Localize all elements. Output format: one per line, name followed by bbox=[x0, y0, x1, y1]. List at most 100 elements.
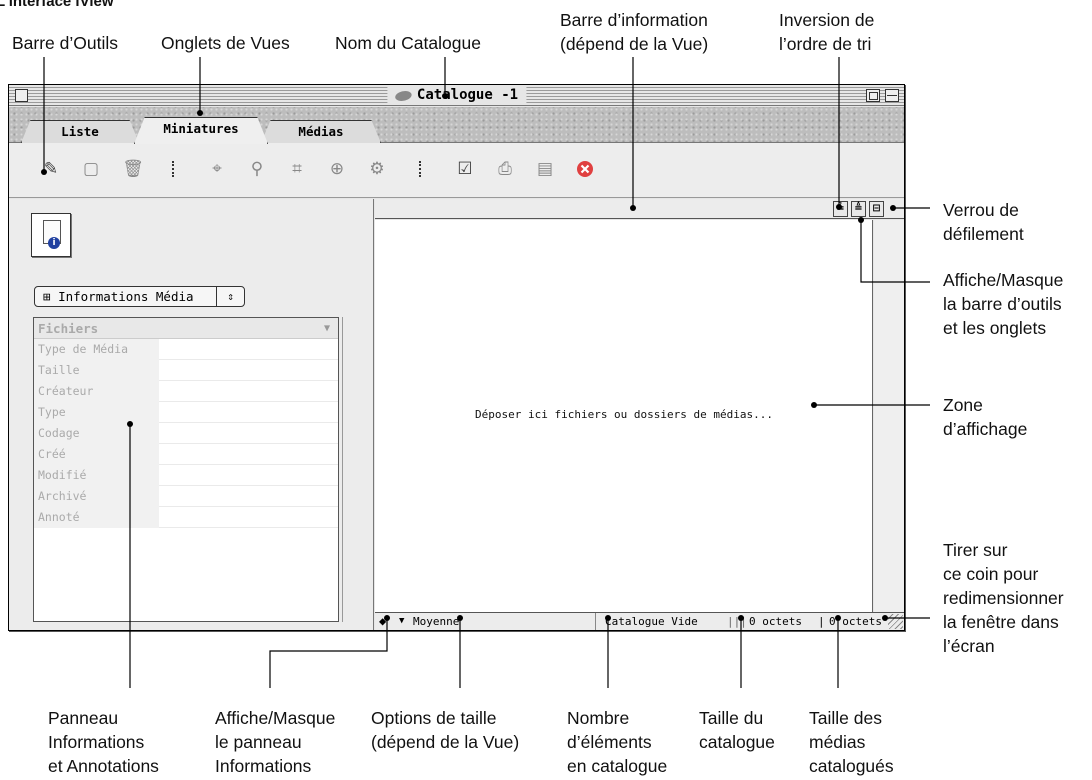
sort-order-icon[interactable]: ≟ bbox=[833, 201, 848, 217]
chevron-updown-icon: ⇕ bbox=[216, 287, 244, 306]
title-bar[interactable]: Catalogue -1 bbox=[9, 85, 904, 106]
new-catalog-icon[interactable]: ▢ bbox=[79, 157, 103, 181]
annotation-toggle-toolbar-2: la barre d’outils bbox=[943, 294, 1062, 314]
display-zone[interactable]: Déposer ici fichiers ou dossiers de médi… bbox=[375, 220, 873, 612]
field-label: Taille bbox=[34, 360, 159, 381]
collapse-box[interactable] bbox=[885, 89, 899, 102]
annotation-sort-1: Inversion de bbox=[779, 10, 875, 30]
table-row: Codage bbox=[34, 423, 338, 444]
annotation-media-size-1: Taille des bbox=[809, 708, 882, 728]
annotation-info-bar-1: Barre d’information bbox=[560, 10, 708, 30]
annotation-scroll-lock-2: défilement bbox=[943, 224, 1024, 244]
info-mode-label: Informations Média bbox=[58, 289, 194, 304]
annotation-catalog-name: Nom du Catalogue bbox=[335, 33, 481, 53]
stop-icon[interactable] bbox=[573, 157, 597, 181]
table-row: Type de Média bbox=[34, 339, 338, 360]
annotation-view-tabs: Onglets de Vues bbox=[161, 33, 290, 53]
divider: ||| bbox=[727, 615, 747, 628]
chevron-down-icon[interactable]: ▼ bbox=[399, 613, 404, 630]
info-bar: ≟ ≜ ⊟ bbox=[375, 199, 904, 219]
table-row: Créé bbox=[34, 444, 338, 465]
table-row: Créateur bbox=[34, 381, 338, 402]
display-scrollbar[interactable] bbox=[874, 220, 904, 612]
divider: | bbox=[818, 615, 825, 628]
field-label: Type bbox=[34, 402, 159, 423]
annotation-item-count-1: Nombre bbox=[567, 708, 630, 728]
trash-icon[interactable]: 🗑 bbox=[121, 157, 145, 181]
media-size: 0 octets bbox=[829, 615, 882, 628]
field-label: Archivé bbox=[34, 486, 159, 507]
toggle-info-panel-icon[interactable]: ◆ bbox=[379, 613, 386, 630]
convert-icon[interactable]: ⚙ bbox=[365, 157, 389, 181]
annotation-catalog-size-1: Taille du bbox=[699, 708, 764, 728]
annotation-item-count-2: d’éléments bbox=[567, 732, 652, 752]
window-title-text: Catalogue -1 bbox=[416, 87, 519, 103]
annotation-sort-2: l’ordre de tri bbox=[779, 34, 872, 54]
info-mode-select[interactable]: ⊞ Informations Média ⇕ bbox=[34, 286, 245, 307]
info-table-header[interactable]: Fichiers ▼ bbox=[34, 318, 338, 339]
annotation-info-bar-2: (dépend de la Vue) bbox=[560, 34, 709, 54]
toggle-toolbar-icon[interactable]: ≜ bbox=[851, 201, 866, 217]
annotation-media-size-2: médias bbox=[809, 732, 866, 752]
add-media-icon[interactable]: ✎ bbox=[39, 157, 63, 181]
info-table: Fichiers ▼ Type de Média Taille Créateur… bbox=[33, 317, 339, 622]
toolbar: ✎ ▢ 🗑 ⌖ ⚲ ⌗ ⊕ ⚙ ☑ ⎙ ▤ bbox=[9, 143, 904, 198]
annotation-resize-3: redimensionner bbox=[943, 588, 1064, 608]
field-label: Modifié bbox=[34, 465, 159, 486]
annotation-toggle-toolbar-1: Affiche/Masque bbox=[943, 270, 1064, 290]
print-icon[interactable]: ⎙ bbox=[493, 157, 517, 181]
table-row: Archivé bbox=[34, 486, 338, 507]
annotation-catalog-size-2: catalogue bbox=[699, 732, 775, 752]
check-icon[interactable]: ☑ bbox=[453, 157, 477, 181]
panel-scrollbar[interactable] bbox=[342, 317, 346, 622]
field-label: Créateur bbox=[34, 381, 159, 402]
tab-medias[interactable]: Médias bbox=[261, 120, 381, 143]
field-label: Créé bbox=[34, 444, 159, 465]
close-box[interactable] bbox=[15, 89, 28, 102]
disclosure-triangle-icon[interactable]: ▼ bbox=[324, 318, 330, 339]
annotation-resize-1: Tirer sur bbox=[943, 540, 1008, 560]
table-row: Modifié bbox=[34, 465, 338, 486]
table-row: Annoté bbox=[34, 507, 338, 528]
tab-miniatures[interactable]: Miniatures bbox=[134, 117, 268, 144]
annotation-resize-2: ce coin pour bbox=[943, 564, 1039, 584]
annotation-resize-4: la fenêtre dans bbox=[943, 612, 1059, 632]
info-table-header-label: Fichiers bbox=[38, 321, 99, 336]
annotation-display-zone-1: Zone bbox=[943, 395, 983, 415]
field-label: Annoté bbox=[34, 507, 159, 528]
tag-icon[interactable]: ⌖ bbox=[205, 157, 229, 181]
table-row: Type bbox=[34, 402, 338, 423]
annotation-media-size-3: catalogués bbox=[809, 756, 894, 776]
resize-grip-icon[interactable] bbox=[888, 614, 903, 629]
view-tabs: Liste Miniatures Médias bbox=[9, 107, 904, 144]
status-bar: ◆ ▼ Moyenne Catalogue Vide ||| 0 octets … bbox=[375, 612, 904, 630]
annotation-toggle-panel-3: Informations bbox=[215, 756, 312, 776]
annotation-info-panel-2: Informations bbox=[48, 732, 145, 752]
slideshow-icon[interactable]: ▤ bbox=[533, 157, 557, 181]
toolbar-separator bbox=[172, 161, 175, 177]
window-title: Catalogue -1 bbox=[386, 87, 527, 104]
annotation-size-options-1: Options de taille bbox=[371, 708, 497, 728]
item-count: Catalogue Vide bbox=[605, 615, 698, 628]
scroll-lock-icon[interactable]: ⊟ bbox=[869, 201, 884, 217]
annotation-display-zone-2: d’affichage bbox=[943, 419, 1028, 439]
annotation-toolbar: Barre d’Outils bbox=[12, 33, 119, 53]
media-info-icon[interactable]: i bbox=[31, 213, 71, 257]
tab-liste[interactable]: Liste bbox=[21, 120, 139, 143]
annotation-toggle-panel-1: Affiche/Masque bbox=[215, 708, 336, 728]
annotation-toggle-panel-2: le panneau bbox=[215, 732, 302, 752]
field-label: Type de Média bbox=[34, 339, 159, 360]
catalog-size: 0 octets bbox=[749, 615, 802, 628]
zoom-box[interactable] bbox=[866, 89, 880, 102]
info-panel: i ⊞ Informations Média ⇕ Fichiers ▼ Type… bbox=[9, 199, 374, 630]
annotation-resize-5: l’écran bbox=[943, 636, 995, 656]
annotation-toggle-toolbar-3: et les onglets bbox=[943, 318, 1047, 338]
crop-icon[interactable]: ⌗ bbox=[285, 157, 309, 181]
field-label: Codage bbox=[34, 423, 159, 444]
drop-hint: Déposer ici fichiers ou dossiers de médi… bbox=[474, 408, 773, 421]
annotation-item-count-3: en catalogue bbox=[567, 756, 668, 776]
page-heading: L'interface iView bbox=[0, 0, 114, 10]
find-icon[interactable]: ⚲ bbox=[245, 157, 269, 181]
rotate-icon[interactable]: ⊕ bbox=[325, 157, 349, 181]
size-option-select[interactable]: Moyenne bbox=[413, 613, 459, 630]
